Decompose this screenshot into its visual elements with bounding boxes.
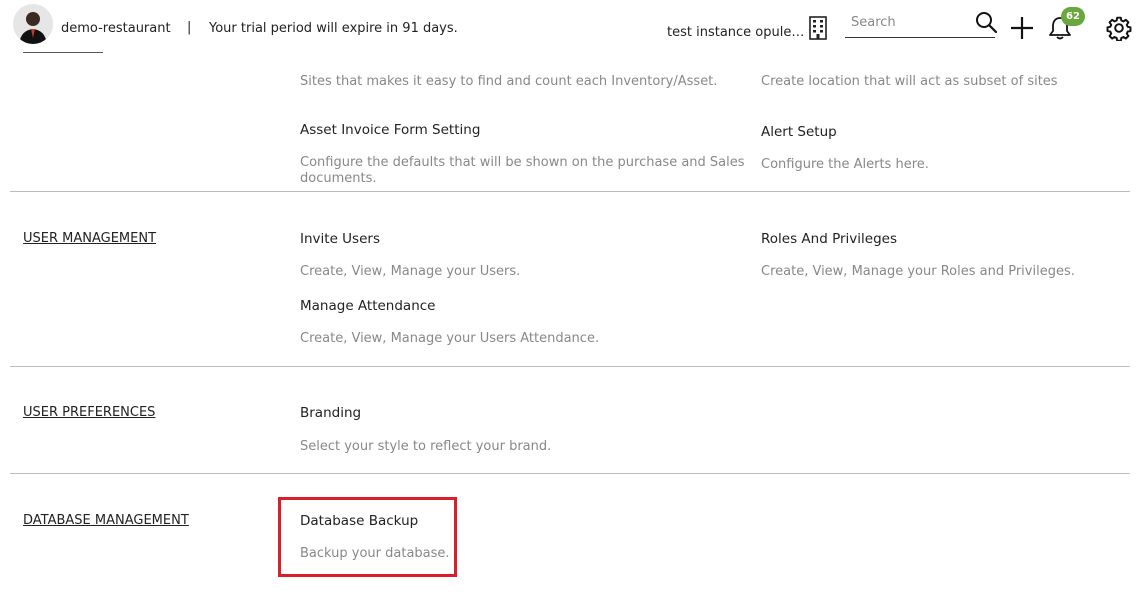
- plus-icon[interactable]: [1009, 15, 1035, 41]
- section-user-management: USER MANAGEMENT Invite Users Roles And P…: [10, 192, 1130, 367]
- user-avatar[interactable]: [13, 4, 53, 44]
- link-alert-setup[interactable]: Alert Setup: [761, 124, 837, 140]
- trial-message: Your trial period will expire in 91 days…: [209, 21, 458, 36]
- link-branding[interactable]: Branding: [300, 405, 361, 421]
- header-separator: |: [187, 20, 192, 35]
- section-user-preferences: USER PREFERENCES Branding Select your st…: [10, 367, 1130, 474]
- item-description: Create, View, Manage your Users.: [300, 264, 521, 279]
- item-description: Create location that will act as subset …: [761, 74, 1058, 89]
- section-sites: Sites that makes it easy to find and cou…: [10, 56, 1130, 192]
- link-roles-and-privileges[interactable]: Roles And Privileges: [761, 231, 897, 247]
- building-icon[interactable]: [808, 16, 828, 40]
- search-icon[interactable]: [974, 10, 998, 34]
- highlight-box: [278, 497, 457, 577]
- search-input[interactable]: [851, 15, 969, 30]
- link-manage-attendance[interactable]: Manage Attendance: [300, 298, 436, 314]
- item-description: Sites that makes it easy to find and cou…: [300, 74, 718, 89]
- section-title-database-management[interactable]: DATABASE MANAGEMENT: [23, 513, 189, 528]
- active-tab-indicator: [23, 52, 103, 53]
- item-description: Create, View, Manage your Roles and Priv…: [761, 264, 1075, 279]
- section-title-user-preferences[interactable]: USER PREFERENCES: [23, 405, 155, 420]
- item-description: Select your style to reflect your brand.: [300, 439, 552, 454]
- search-box: [845, 10, 995, 38]
- item-description: Configure the defaults that will be show…: [300, 155, 745, 186]
- link-asset-invoice-form-setting[interactable]: Asset Invoice Form Setting: [300, 122, 480, 138]
- top-bar: demo-restaurant | Your trial period will…: [0, 0, 1143, 56]
- section-title-user-management[interactable]: USER MANAGEMENT: [23, 231, 156, 246]
- notification-badge: 62: [1061, 7, 1085, 26]
- instance-name[interactable]: test instance opulen...: [667, 25, 807, 40]
- item-description: Configure the Alerts here.: [761, 157, 929, 172]
- link-invite-users[interactable]: Invite Users: [300, 231, 380, 247]
- settings-content: Sites that makes it easy to find and cou…: [10, 56, 1130, 594]
- user-avatar-icon: [13, 4, 53, 44]
- item-description: Create, View, Manage your Users Attendan…: [300, 331, 600, 346]
- organization-name[interactable]: demo-restaurant: [61, 21, 171, 36]
- gear-icon[interactable]: [1106, 15, 1132, 41]
- section-database-management: DATABASE MANAGEMENT Database Backup Back…: [10, 474, 1130, 594]
